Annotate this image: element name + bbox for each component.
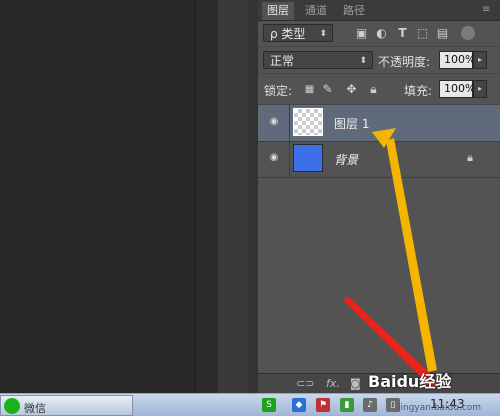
volume-tray-icon[interactable]: ♪ bbox=[363, 398, 377, 412]
security-tray-icon[interactable]: S bbox=[262, 398, 276, 412]
annotation-arrows bbox=[343, 128, 440, 386]
taskbar-app-label: 微信 bbox=[24, 402, 46, 415]
watermark: Baidu经验 bbox=[368, 368, 500, 392]
dropbox-tray-icon[interactable]: ◆ bbox=[292, 398, 306, 412]
network-tray-icon[interactable]: ▮ bbox=[340, 398, 354, 412]
wechat-icon bbox=[4, 398, 20, 414]
watermark-brand: Baidu经验 bbox=[368, 372, 452, 391]
watermark-url: jingyan.baidu.com bbox=[398, 403, 482, 413]
taskbar-wechat-button[interactable]: 微信 bbox=[0, 395, 133, 416]
flag-tray-icon[interactable]: ⚑ bbox=[316, 398, 330, 412]
